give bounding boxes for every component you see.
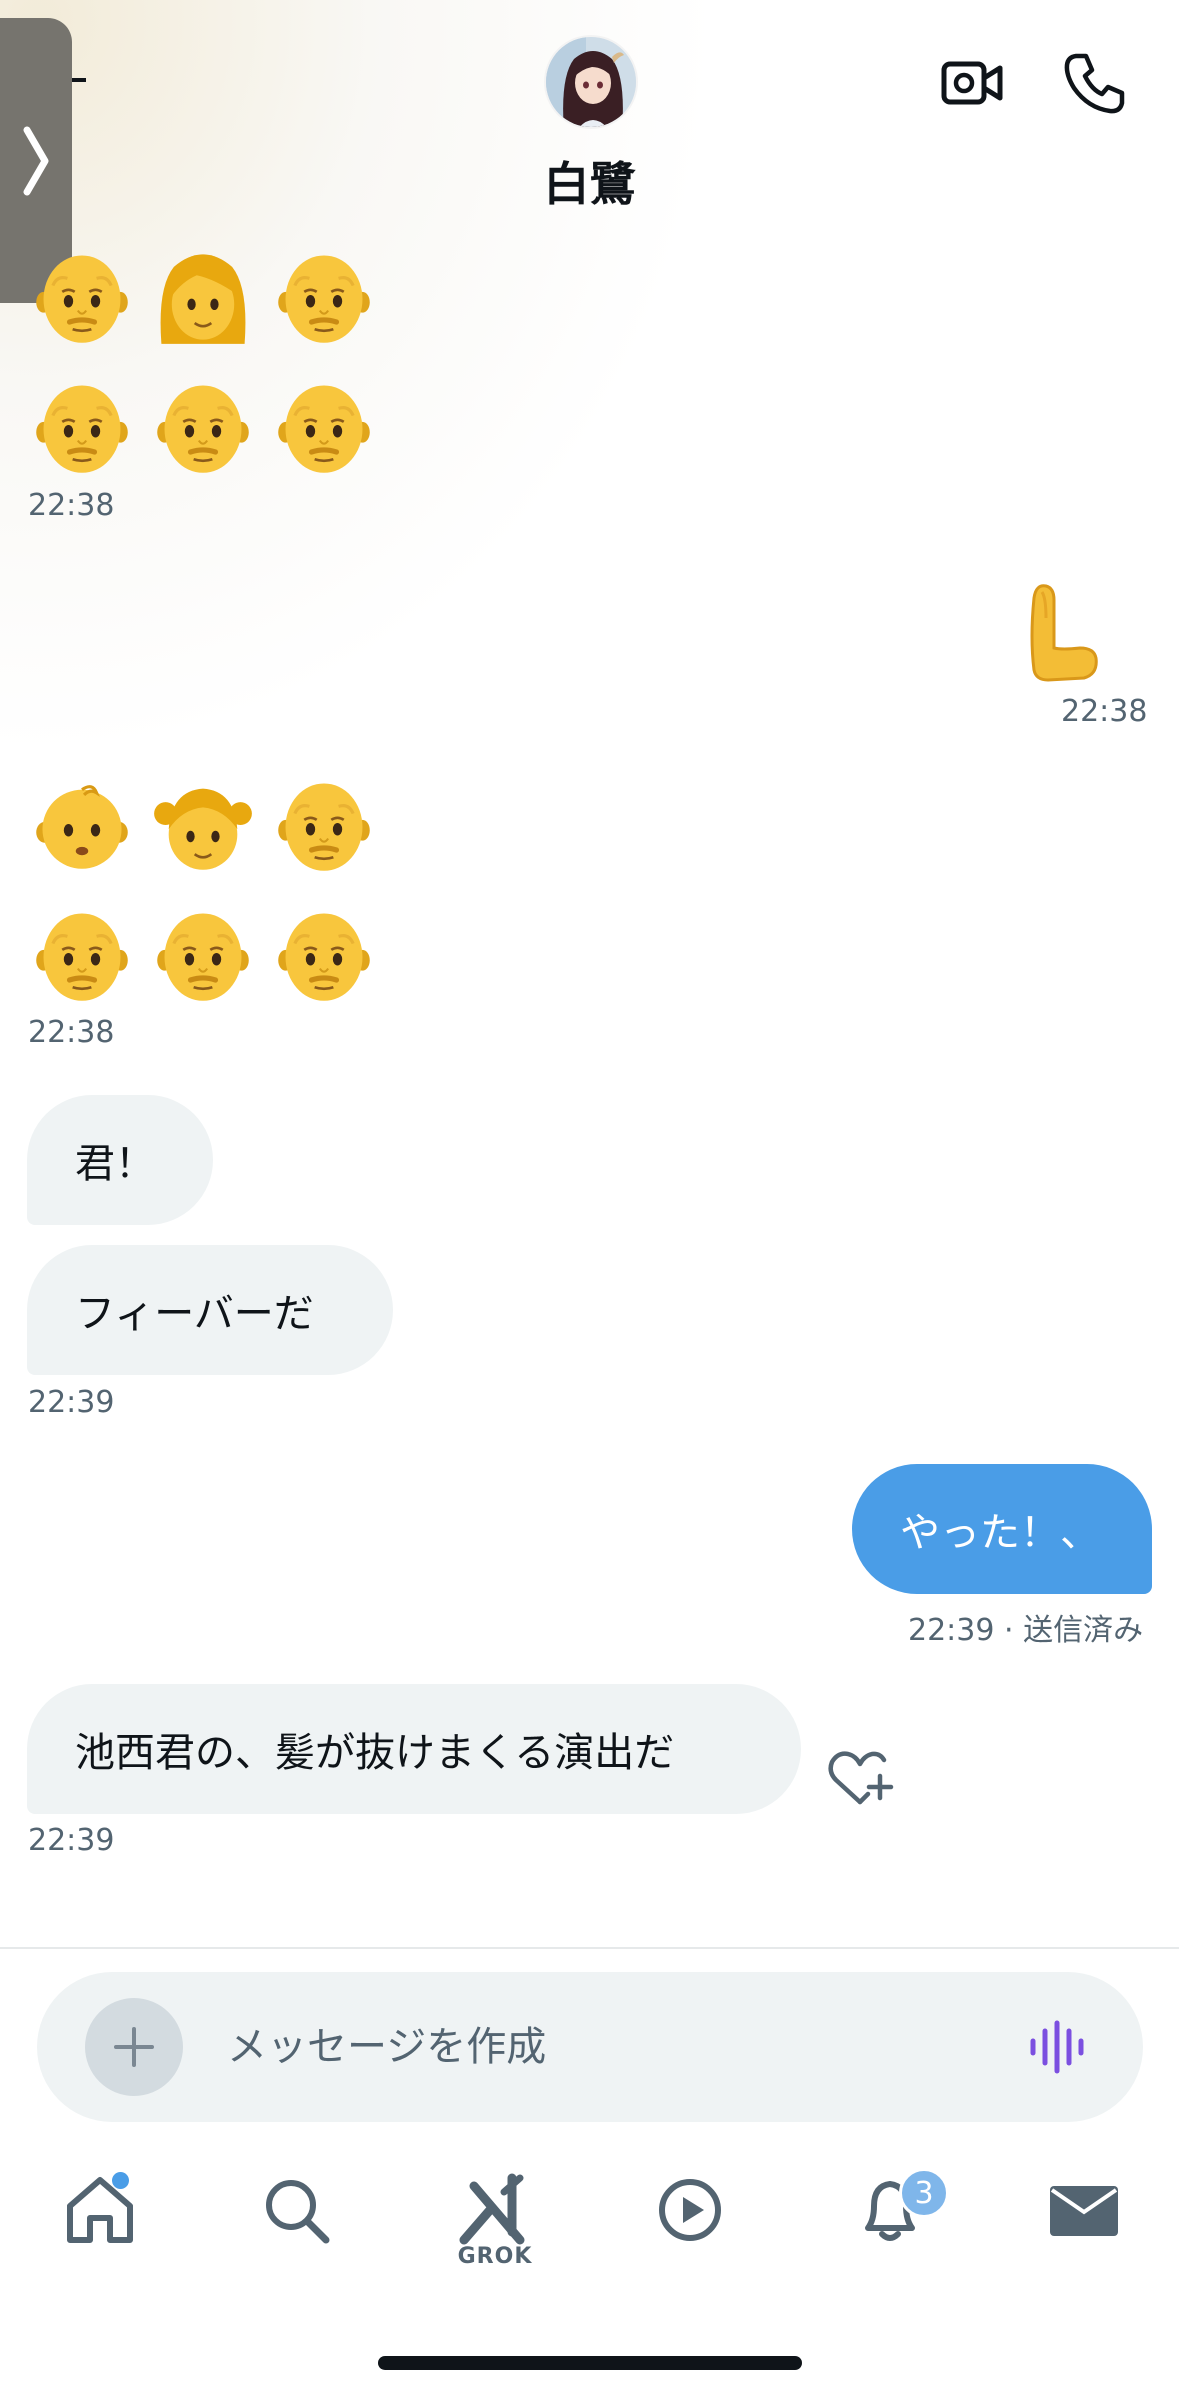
older-man-emoji [272, 374, 376, 478]
woman-emoji [151, 244, 255, 348]
search-icon [266, 2180, 330, 2244]
chat-screen: 白鷺 22:38 22:38 22:38 君！ フィーバーだ 22:39 やった… [0, 0, 1179, 2395]
message-text: 池西君の、髪が抜けまくる演出だ [75, 1730, 675, 1776]
message-text: フィーバーだ [75, 1291, 314, 1337]
message-composer [37, 1972, 1143, 2122]
message-timestamp: 22:39 [28, 1823, 115, 1858]
video-camera-icon[interactable] [940, 50, 1006, 116]
message-text: 君！ [75, 1141, 155, 1187]
tab-messages[interactable] [1044, 2170, 1124, 2250]
older-man-emoji [272, 772, 376, 876]
emoji-message[interactable] [30, 244, 376, 478]
message-timestamp: 22:39 [28, 1385, 115, 1420]
message-text: やった！、 [900, 1510, 1100, 1556]
chevron-right-icon [23, 126, 49, 195]
raised-back-of-hand-emoji[interactable] [1028, 578, 1100, 682]
incoming-message-bubble[interactable]: フィーバーだ [27, 1245, 393, 1375]
plus-icon [114, 2027, 154, 2067]
notification-count-badge: 3 [899, 2168, 949, 2218]
play-icon [659, 2179, 721, 2241]
message-timestamp: 22:38 [28, 488, 115, 523]
tab-search[interactable] [256, 2170, 336, 2250]
conversation-header: 白鷺 [0, 0, 1179, 230]
older-man-emoji [30, 374, 134, 478]
avatar-image [546, 37, 636, 127]
composer-divider [0, 1947, 1179, 1949]
home-indicator[interactable] [378, 2356, 802, 2370]
add-attachment-button[interactable] [85, 1998, 183, 2096]
grok-tab-label: GROK [457, 2244, 533, 2269]
envelope-icon [1050, 2186, 1118, 2236]
phone-icon[interactable] [1062, 50, 1128, 116]
home-notification-dot [112, 2172, 129, 2189]
older-man-emoji [272, 244, 376, 348]
older-man-emoji [30, 902, 134, 1006]
heart-plus-icon[interactable] [826, 1748, 894, 1808]
older-man-emoji [30, 244, 134, 348]
conversation-title: 白鷺 [543, 157, 636, 211]
message-timestamp: 22:38 [1061, 694, 1148, 729]
emoji-message[interactable] [30, 772, 376, 1006]
message-timestamp: 22:38 [28, 1015, 115, 1050]
girl-emoji [151, 772, 255, 876]
outgoing-message-bubble[interactable]: やった！、 [852, 1464, 1152, 1594]
avatar[interactable] [544, 35, 638, 129]
voice-waveform-icon[interactable] [1027, 2017, 1087, 2077]
baby-emoji [30, 772, 134, 876]
message-input[interactable] [227, 2007, 987, 2087]
incoming-message-bubble[interactable]: 池西君の、髪が抜けまくる演出だ [27, 1684, 801, 1814]
tab-video[interactable] [650, 2170, 730, 2250]
message-status-timestamp: 22:39 · 送信済み [908, 1613, 1144, 1648]
older-man-emoji [151, 902, 255, 1006]
older-man-emoji [272, 902, 376, 1006]
incoming-message-bubble[interactable]: 君！ [27, 1095, 213, 1225]
older-man-emoji [151, 374, 255, 478]
